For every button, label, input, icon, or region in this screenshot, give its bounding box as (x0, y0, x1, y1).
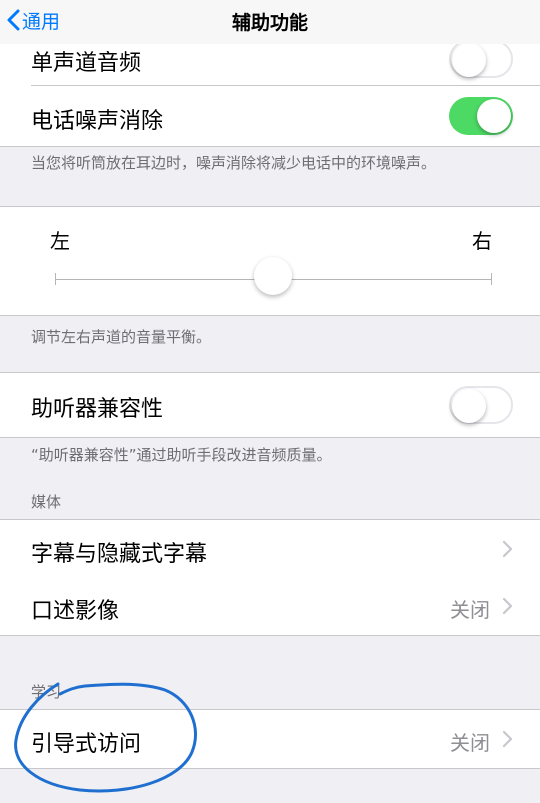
audio-description-value: 关闭 (450, 598, 490, 622)
subtitles-row[interactable]: 字幕与隐藏式字幕 (0, 519, 540, 578)
toggle-knob (452, 43, 486, 77)
audio-description-label: 口述影像 (31, 599, 120, 624)
page-title: 辅助功能 (231, 12, 308, 34)
mono-audio-label: 单声道音频 (31, 51, 142, 76)
toggle-knob (452, 389, 486, 423)
navigation-bar: 通用 辅助功能 (0, 0, 540, 44)
chevron-right-icon (502, 540, 513, 558)
toggle-knob (477, 99, 511, 133)
media-section-header: 媒体 (31, 493, 62, 511)
balance-tick-right (491, 273, 492, 285)
balance-right-label: 右 (472, 229, 492, 253)
balance-thumb[interactable] (254, 257, 292, 295)
phone-noise-row: 电话噪声消除 (0, 86, 540, 147)
phone-noise-label: 电话噪声消除 (31, 109, 164, 134)
learning-section-header: 学习 (31, 683, 62, 701)
subtitles-label: 字幕与隐藏式字幕 (31, 542, 208, 567)
hearing-aid-row: 助听器兼容性 (0, 372, 540, 438)
hearing-aid-toggle[interactable] (449, 386, 513, 424)
hearing-aid-footer: “助听器兼容性”通过助听手段改进音频质量。 (31, 446, 332, 464)
guided-access-row[interactable]: 引导式访问 关闭 (0, 709, 540, 769)
chevron-right-icon (502, 597, 513, 615)
mono-audio-row: 单声道音频 (0, 40, 540, 86)
mono-audio-toggle[interactable] (449, 40, 513, 78)
balance-footer: 调节左右声道的音量平衡。 (31, 328, 212, 346)
balance-tick-left (55, 273, 56, 285)
hearing-aid-label: 助听器兼容性 (31, 397, 164, 422)
phone-noise-toggle[interactable] (449, 97, 513, 135)
audio-description-row[interactable]: 口述影像 关闭 (0, 577, 540, 636)
guided-access-label: 引导式访问 (31, 732, 142, 757)
chevron-right-icon (502, 730, 513, 748)
balance-left-label: 左 (50, 229, 70, 253)
guided-access-value: 关闭 (450, 731, 490, 755)
phone-noise-footer: 当您将听筒放在耳边时，噪声消除将减少电话中的环境噪声。 (31, 154, 437, 172)
